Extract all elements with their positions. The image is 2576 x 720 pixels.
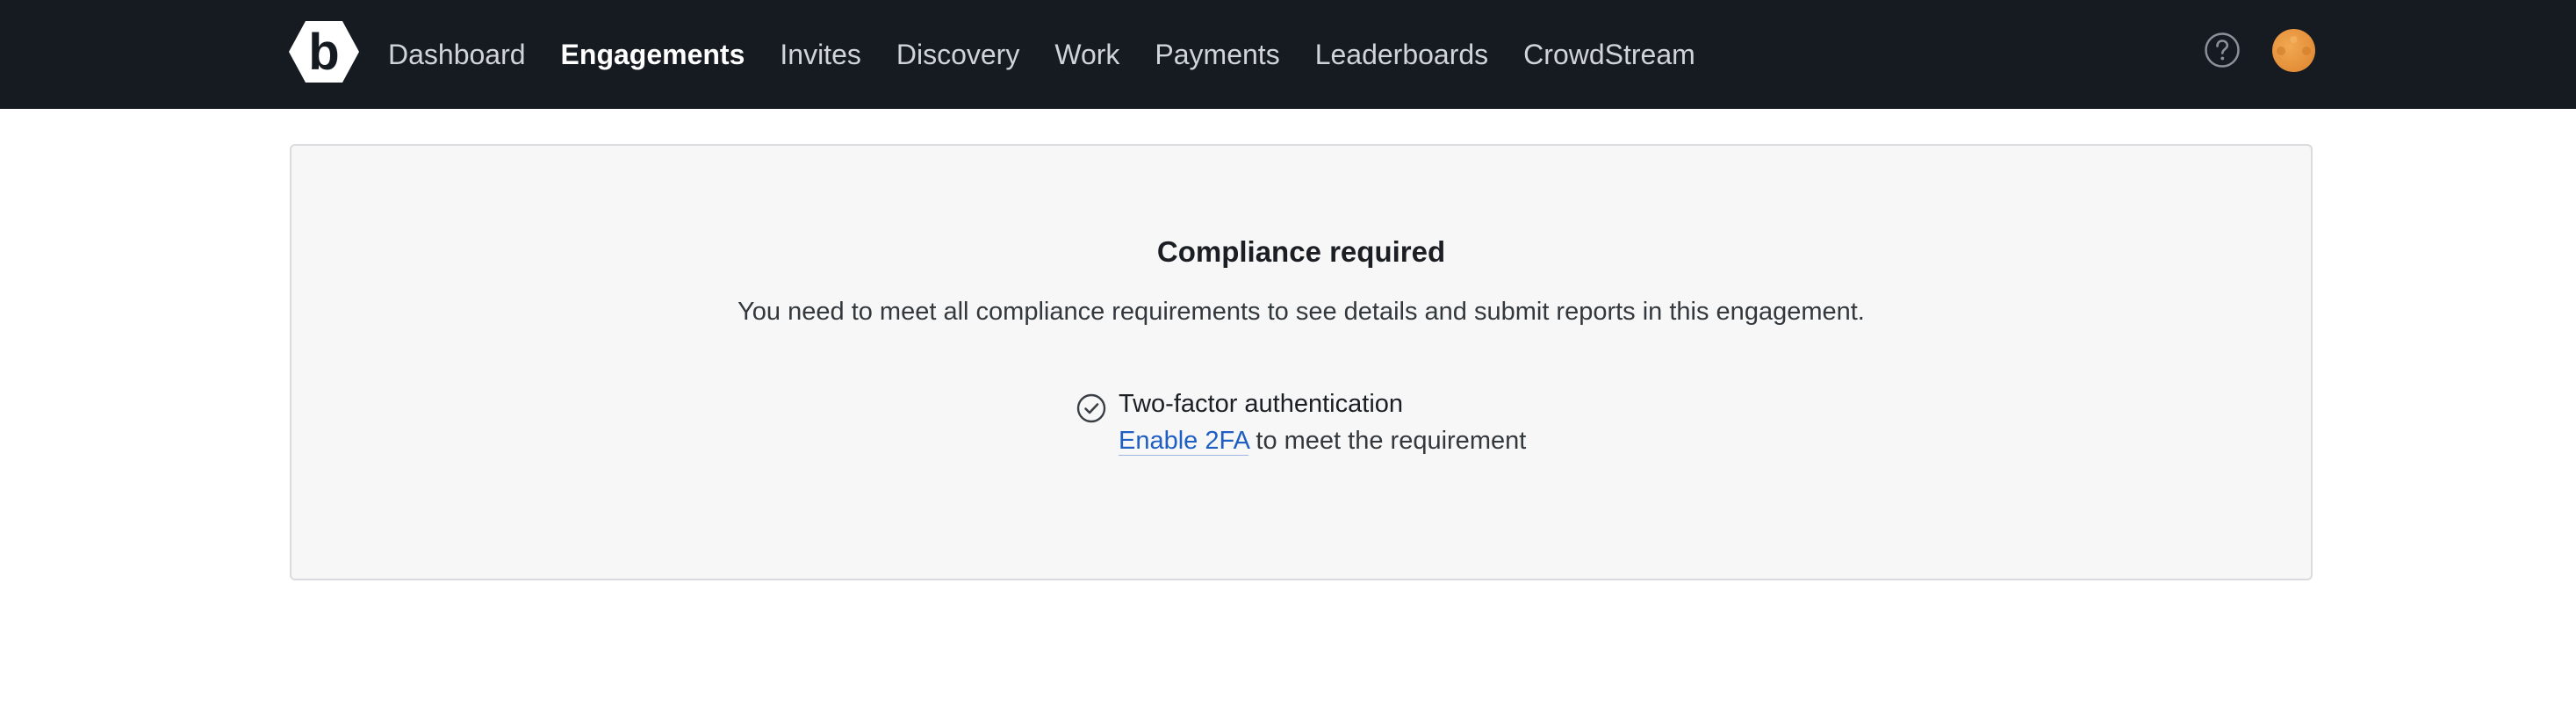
nav-item-leaderboards[interactable]: Leaderboards [1315,39,1488,71]
help-icon[interactable] [2204,32,2241,68]
compliance-title: Compliance required [1156,235,1446,268]
main-nav: Dashboard Engagements Invites Discovery … [388,0,1731,109]
svg-text:b: b [308,24,339,81]
nav-item-invites[interactable]: Invites [780,39,860,71]
compliance-panel: Compliance required You need to meet all… [290,144,2313,580]
check-circle-icon [1076,393,1106,423]
nav-item-discovery[interactable]: Discovery [896,39,1019,71]
enable-2fa-link[interactable]: Enable 2FA [1119,427,1249,456]
top-navigation-bar: b Dashboard Engagements Invites Discover… [0,0,2576,109]
nav-item-dashboard[interactable]: Dashboard [388,39,526,71]
user-avatar[interactable] [2272,29,2315,72]
nav-item-work[interactable]: Work [1054,39,1119,71]
nav-item-payments[interactable]: Payments [1155,39,1279,71]
requirement-title: Two-factor authentication [1119,390,1404,418]
bugcrowd-logo-icon[interactable]: b [288,19,360,84]
nav-item-crowdstream[interactable]: CrowdStream [1523,39,1695,71]
requirement-suffix: to meet the requirement [1248,427,1527,455]
compliance-message: You need to meet all compliance requirem… [738,298,1865,326]
nav-item-engagements[interactable]: Engagements [561,39,745,71]
requirement-action: Enable 2FA to meet the requirement [1119,427,1526,456]
